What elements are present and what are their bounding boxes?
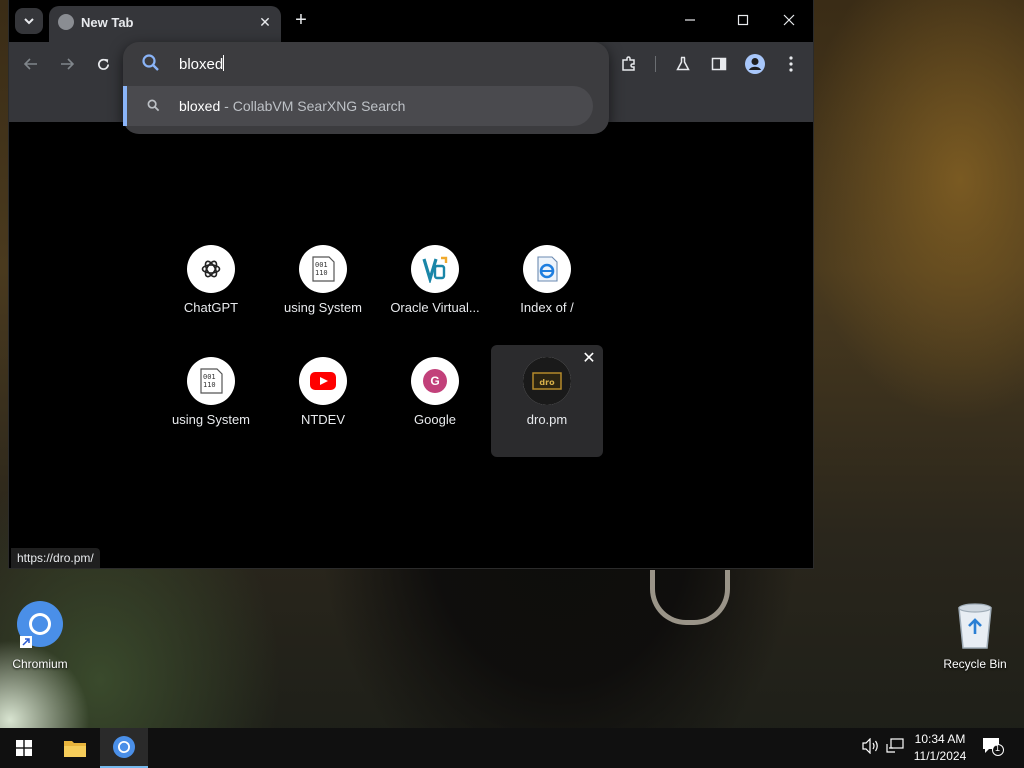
letter-g-icon: G — [411, 357, 459, 405]
desktop-icon-label: Recycle Bin — [943, 657, 1007, 671]
reload-icon — [97, 58, 109, 70]
suggestion-description: - CollabVM SearXNG Search — [220, 98, 406, 114]
taskbar: 10:34 AM 11/1/2024 1 — [0, 728, 1024, 768]
notification-count: 1 — [995, 743, 1001, 753]
shortcut-label: Google — [414, 412, 456, 427]
chromium-icon — [17, 601, 63, 648]
notification-icon — [983, 738, 1004, 756]
close-icon — [783, 14, 795, 26]
wallpaper-detail — [650, 570, 730, 625]
folder-icon — [64, 741, 86, 757]
arrow-left-icon — [24, 58, 37, 70]
svg-text:dro: dro — [539, 378, 555, 387]
tab-close-icon[interactable]: ✕ — [255, 12, 275, 32]
new-tab-page: ChatGPT 001 110 using System Oracle Virtual.… — [9, 122, 813, 568]
chromium-icon — [113, 736, 135, 758]
suggestion-text: bloxed — [179, 98, 221, 114]
shortcut-tile[interactable]: NTDEV — [267, 345, 379, 457]
tab-strip: New Tab ✕ + — [9, 0, 813, 42]
start-button[interactable] — [0, 728, 48, 768]
selection-indicator — [123, 86, 127, 126]
volume-icon[interactable] — [862, 737, 880, 757]
desktop-icon-label: Chromium — [12, 657, 68, 671]
profile-button[interactable] — [741, 50, 769, 78]
text-cursor — [223, 55, 225, 71]
binary-doc-icon: 001 110 — [187, 357, 235, 405]
maximize-icon — [737, 14, 749, 26]
svg-text:001: 001 — [203, 373, 216, 381]
taskbar-chromium[interactable] — [100, 728, 148, 768]
svg-text:110: 110 — [203, 381, 216, 389]
shortcut-label: using System — [171, 412, 251, 427]
omnibox-query-text: bloxed — [179, 56, 224, 73]
tab-title: New Tab — [81, 15, 134, 30]
arrow-right-icon — [61, 58, 74, 70]
search-icon — [142, 54, 159, 71]
taskbar-file-explorer[interactable] — [51, 728, 99, 768]
tab-search-button[interactable] — [15, 8, 43, 34]
forward-button[interactable] — [53, 50, 81, 78]
shortcut-tile[interactable]: 001 110 using System — [267, 233, 379, 345]
reload-button[interactable] — [89, 50, 117, 78]
omnibox-input[interactable]: bloxed — [179, 55, 225, 73]
shortcut-tile[interactable]: Oracle Virtual... — [379, 233, 491, 345]
shortcut-tile[interactable]: dro dro.pm ✕ — [491, 345, 603, 457]
new-tab-button[interactable]: + — [289, 10, 313, 32]
avatar-icon — [745, 54, 765, 74]
puzzle-icon — [622, 56, 635, 71]
taskbar-clock[interactable]: 10:34 AM 11/1/2024 — [906, 731, 974, 765]
virtualbox-icon — [411, 245, 459, 293]
flask-icon — [676, 56, 690, 71]
kebab-menu-icon — [789, 56, 793, 72]
back-button[interactable] — [17, 50, 45, 78]
shortcut-tile[interactable]: G Google — [379, 345, 491, 457]
action-center-button[interactable]: 1 — [982, 737, 1004, 760]
shortcut-tile[interactable]: 001 110 using System — [155, 345, 267, 457]
minimize-icon — [685, 19, 695, 21]
search-icon — [147, 99, 160, 112]
ie-page-icon — [523, 245, 571, 293]
binary-doc-icon: 001 110 — [299, 245, 347, 293]
minimize-button[interactable] — [667, 6, 713, 34]
shortcut-tile[interactable]: ChatGPT — [155, 233, 267, 345]
status-bubble: https://dro.pm/ — [11, 548, 100, 568]
shortcut-label: Oracle Virtual... — [390, 300, 480, 315]
labs-button[interactable] — [669, 50, 697, 78]
side-panel-button[interactable] — [705, 50, 733, 78]
clock-time: 10:34 AM — [914, 732, 966, 746]
svg-text:001: 001 — [315, 261, 328, 269]
shortcut-label: dro.pm — [526, 412, 568, 427]
network-icon[interactable] — [886, 738, 904, 757]
clock-date: 11/1/2024 — [913, 749, 967, 763]
remove-shortcut-icon[interactable]: ✕ — [581, 351, 597, 367]
chevron-down-icon — [24, 18, 34, 25]
shortcut-label: using System — [283, 300, 363, 315]
globe-icon — [58, 14, 74, 30]
chromium-window: New Tab ✕ + ChatGPT 001 110 using System… — [8, 0, 814, 569]
toolbar-divider — [655, 56, 656, 72]
icon-letter: G — [423, 369, 447, 393]
dro-pm-icon: dro — [523, 357, 571, 405]
shortcut-label: ChatGPT — [183, 300, 239, 315]
windows-logo-icon — [16, 740, 32, 756]
shortcut-tile[interactable]: Index of / — [491, 233, 603, 345]
recycle-bin-icon — [958, 603, 992, 649]
omnibox-suggestion[interactable]: bloxed - CollabVM SearXNG Search — [123, 86, 593, 126]
youtube-icon — [299, 357, 347, 405]
tab-new-tab[interactable]: New Tab ✕ — [49, 6, 281, 42]
shortcut-label: Index of / — [520, 300, 574, 315]
shortcut-label: NTDEV — [300, 412, 346, 427]
svg-text:110: 110 — [315, 269, 328, 277]
side-panel-icon — [711, 57, 727, 71]
maximize-button[interactable] — [720, 6, 766, 34]
chatgpt-icon — [187, 245, 235, 293]
menu-button[interactable] — [777, 50, 805, 78]
omnibox-popup: bloxed bloxed - CollabVM SearXNG Search — [123, 42, 609, 134]
close-window-button[interactable] — [766, 6, 812, 34]
desktop-icon-recycle-bin[interactable]: Recycle Bin — [935, 600, 1015, 671]
extensions-button[interactable] — [615, 50, 643, 78]
desktop-icon-chromium[interactable]: Chromium — [0, 600, 80, 671]
